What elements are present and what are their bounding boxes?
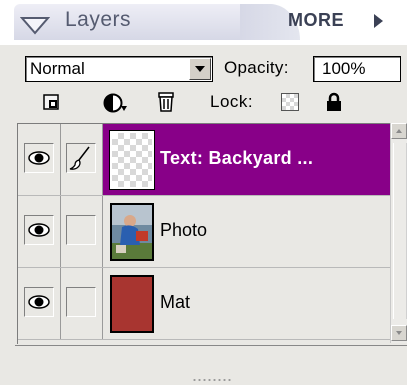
- visibility-toggle[interactable]: [24, 143, 54, 173]
- photo-thumbnail-image: [112, 205, 152, 259]
- layer-name: Photo: [160, 220, 208, 240]
- link-toggle[interactable]: [66, 143, 96, 173]
- chevron-down-icon: [195, 66, 205, 72]
- blend-mode-value: Normal: [30, 59, 85, 78]
- chevron-down-icon: [396, 331, 402, 335]
- layer-row-mat[interactable]: Mat: [18, 268, 390, 340]
- eye-icon: [28, 151, 50, 165]
- scroll-down-button[interactable]: [391, 325, 407, 341]
- link-cell[interactable]: [61, 124, 103, 195]
- opacity-label: Opacity:: [224, 58, 289, 77]
- layer-row-photo[interactable]: Photo: [18, 196, 390, 268]
- eye-icon: [28, 295, 50, 309]
- footer-divider: [15, 345, 407, 346]
- visibility-toggle[interactable]: [24, 215, 54, 245]
- visibility-cell[interactable]: [18, 196, 61, 267]
- panel-header: Layers MORE: [0, 0, 407, 45]
- layer-row-text[interactable]: Text: Backyard ...: [18, 124, 390, 196]
- brush-icon: [69, 146, 90, 170]
- layer-thumbnail-photo: [110, 203, 154, 261]
- link-toggle[interactable]: [66, 287, 96, 317]
- trash-icon[interactable]: [156, 91, 176, 113]
- link-cell[interactable]: [61, 196, 103, 267]
- visibility-cell[interactable]: [18, 268, 61, 339]
- eye-icon: [28, 223, 50, 237]
- layer-thumbnail-transparent: [109, 130, 155, 190]
- lock-label: Lock:: [210, 92, 254, 111]
- opacity-input[interactable]: 100%: [313, 56, 401, 82]
- adjustment-layer-icon[interactable]: [103, 92, 129, 114]
- lock-transparency-icon[interactable]: [281, 93, 299, 111]
- visibility-toggle[interactable]: [24, 287, 54, 317]
- blend-mode-dropdown-button[interactable]: [189, 58, 211, 80]
- triangle-down-icon[interactable]: [20, 15, 50, 37]
- triangle-right-icon[interactable]: [372, 13, 384, 29]
- layers-panel: Layers MORE Normal Opacity: 100% Lock: T…: [0, 0, 407, 385]
- panel-title: Layers: [65, 8, 132, 31]
- scroll-track[interactable]: [393, 143, 407, 319]
- panel-tab[interactable]: [14, 4, 272, 40]
- resize-grip[interactable]: [192, 378, 232, 382]
- layers-list: Text: Backyard ... Photo Mat: [17, 123, 390, 344]
- layers-scrollbar[interactable]: [390, 123, 407, 343]
- layer-thumbnail-solid: [110, 275, 154, 333]
- link-cell[interactable]: [61, 268, 103, 339]
- more-button[interactable]: MORE: [288, 10, 344, 31]
- lock-all-icon[interactable]: [325, 92, 343, 112]
- opacity-value: 100%: [322, 59, 366, 78]
- blend-mode-select[interactable]: Normal: [25, 56, 213, 82]
- layer-name: Text: Backyard ...: [160, 148, 314, 168]
- new-layer-icon[interactable]: [43, 94, 61, 112]
- link-toggle[interactable]: [66, 215, 96, 245]
- visibility-cell[interactable]: [18, 124, 61, 195]
- layer-name: Mat: [160, 292, 191, 312]
- scroll-up-button[interactable]: [391, 123, 407, 139]
- chevron-up-icon: [396, 129, 402, 133]
